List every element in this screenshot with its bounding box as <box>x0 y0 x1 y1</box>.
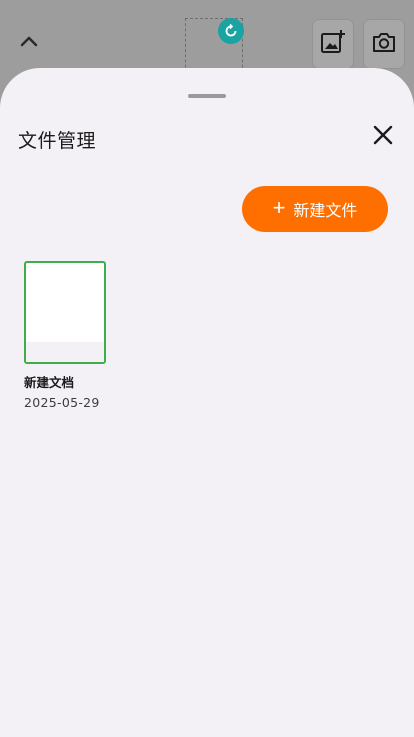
chevron-up-icon[interactable] <box>16 28 42 54</box>
file-date: 2025-05-29 <box>24 395 100 410</box>
camera-button[interactable] <box>364 20 404 68</box>
file-name: 新建文档 <box>24 375 75 390</box>
file-card[interactable]: 新建文档 2025-05-29 <box>24 261 106 410</box>
file-manager-sheet: 文件管理 + 新建文件 新建文档 2025-05-29 <box>0 68 414 737</box>
add-image-icon <box>319 28 347 60</box>
new-file-label: 新建文件 <box>293 203 358 220</box>
close-button[interactable] <box>370 124 396 150</box>
file-thumbnail[interactable] <box>24 261 106 364</box>
close-icon <box>373 125 393 149</box>
camera-icon <box>370 28 398 60</box>
sheet-title: 文件管理 <box>18 130 97 152</box>
plus-icon: + <box>272 195 286 220</box>
rotate-icon[interactable] <box>218 18 244 44</box>
thumbnail-footer <box>26 342 104 362</box>
drag-handle[interactable] <box>188 94 226 98</box>
new-file-button[interactable]: + 新建文件 <box>242 186 388 232</box>
add-image-button[interactable] <box>313 20 353 68</box>
